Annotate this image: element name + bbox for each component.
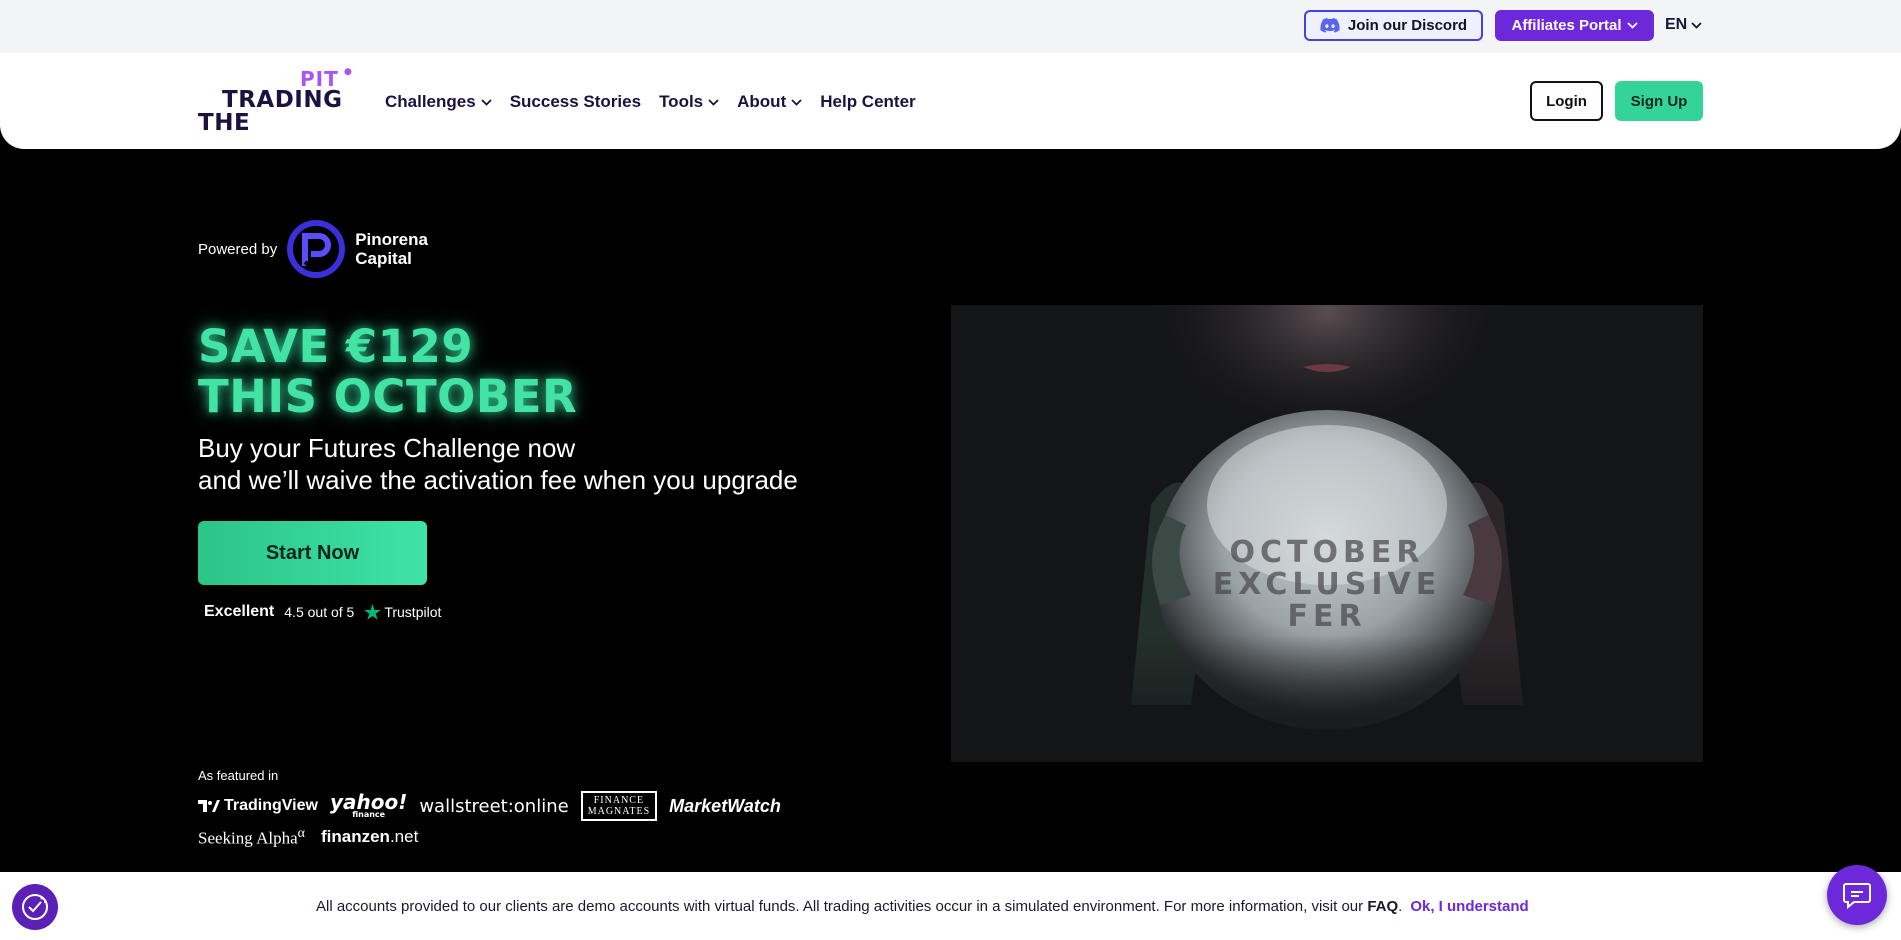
trustpilot-widget[interactable]: Excellent 4.5 out of 5 Trustpilot	[204, 601, 441, 623]
powered-by: Powered by Pinorena Capital	[198, 220, 428, 278]
subheadline-line2: and we’ll waive the activation fee when …	[198, 465, 798, 495]
headline-line2: THIS OCTOBER	[198, 370, 578, 423]
yahoo-finance-logo[interactable]: yahoo! finance	[330, 792, 407, 819]
promo-headline: SAVE €129 THIS OCTOBER	[198, 322, 577, 422]
finanzen-suffix: .net	[389, 827, 419, 846]
demo-accounts-notice: All accounts provided to our clients are…	[0, 872, 1901, 940]
start-now-button[interactable]: Start Now	[198, 521, 427, 585]
trust-rating-label: Excellent	[204, 603, 275, 620]
pinorena-capital-logo-icon	[287, 220, 346, 278]
tradingview-text: TradingView	[224, 797, 318, 814]
discord-icon	[1320, 18, 1340, 33]
trustpilot-label: Trustpilot	[384, 604, 442, 620]
chevron-down-icon	[481, 98, 492, 106]
nav-success-stories[interactable]: Success Stories	[510, 92, 641, 112]
orb-text-line3: FER	[1287, 599, 1367, 634]
affiliates-portal-label: Affiliates Portal	[1511, 17, 1622, 34]
ok-understand-button[interactable]: Ok, I understand	[1410, 898, 1528, 915]
featured-in-label: As featured in	[198, 768, 279, 783]
login-button[interactable]: Login	[1530, 81, 1603, 121]
press-logos-row2: Seeking Alphaα finanzen.net	[198, 826, 418, 848]
tradingview-logo[interactable]: TradingView	[198, 797, 318, 815]
logo-the: THE	[198, 110, 251, 136]
registered-mark: ●	[344, 67, 352, 77]
nav-tools-label: Tools	[659, 92, 704, 111]
affiliates-portal-button[interactable]: Affiliates Portal	[1495, 10, 1654, 41]
cookie-check-icon	[22, 894, 48, 920]
main-nav: Challenges Success Stories Tools About H…	[385, 89, 916, 115]
nav-help-center-label: Help Center	[820, 92, 916, 111]
faq-link[interactable]: FAQ	[1367, 898, 1398, 915]
seeking-alpha-logo[interactable]: Seeking Alphaα	[198, 826, 305, 849]
tradingview-icon	[198, 800, 220, 812]
notice-text: All accounts provided to our clients are…	[316, 898, 1529, 915]
nav-challenges[interactable]: Challenges	[385, 92, 492, 112]
language-label: EN	[1665, 16, 1688, 33]
finance-magnates-line1: FINANCE	[593, 795, 645, 806]
promo-subheadline: Buy your Futures Challenge now and we’ll…	[198, 432, 798, 496]
sign-up-button[interactable]: Sign Up	[1615, 81, 1703, 121]
nav-about-label: About	[737, 92, 787, 111]
crystal-ball-promo-image: OCTOBER EXCLUSIVE FER	[951, 305, 1703, 762]
notice-body: All accounts provided to our clients are…	[316, 898, 1368, 915]
powered-by-label: Powered by	[198, 240, 278, 258]
top-utility-bar: Join our Discord Affiliates Portal EN	[0, 0, 1901, 53]
chevron-down-icon	[1626, 22, 1638, 29]
chevron-down-icon	[791, 98, 802, 106]
finance-magnates-logo[interactable]: FINANCE MAGNATES	[580, 791, 658, 821]
seeking-alpha-text: Seeking Alpha	[198, 828, 298, 848]
trading-pit-logo[interactable]: PIT ● TRADING THE	[198, 67, 352, 136]
orb-text-line1: OCTOBER	[1229, 535, 1425, 570]
main-header: PIT ● TRADING THE Challenges Success Sto…	[0, 53, 1901, 149]
trustpilot-brand: Trustpilot	[364, 604, 441, 620]
press-logos-row1: TradingView yahoo! finance wallstreet:on…	[198, 790, 781, 822]
orb-text-line2: EXCLUSIVE	[1212, 567, 1442, 602]
chevron-down-icon	[1691, 21, 1702, 29]
seeking-alpha-mark: α	[297, 825, 305, 841]
chat-bubble-icon	[1843, 883, 1871, 909]
finanzen-text: finanzen	[320, 827, 390, 846]
subheadline-line1: Buy your Futures Challenge now	[198, 433, 576, 463]
trust-score: 4.5 out of 5	[284, 604, 355, 620]
notice-period: .	[1398, 898, 1403, 915]
chevron-down-icon	[708, 98, 719, 106]
join-discord-label: Join our Discord	[1347, 17, 1468, 34]
language-selector[interactable]: EN	[1665, 14, 1702, 36]
marketwatch-logo[interactable]: MarketWatch	[669, 796, 781, 817]
crystal-ball-illustration	[951, 305, 1703, 762]
partner-name-line1: Pinorena	[355, 230, 428, 249]
finanzen-net-logo[interactable]: finanzen.net	[321, 827, 418, 847]
nav-success-stories-label: Success Stories	[509, 92, 642, 111]
star-icon	[364, 604, 382, 620]
chat-support-button[interactable]	[1827, 865, 1887, 925]
partner-name-line2: Capital	[355, 249, 412, 268]
join-discord-button[interactable]: Join our Discord	[1304, 10, 1483, 41]
pinorena-capital-name: Pinorena Capital	[355, 230, 428, 268]
nav-help-center[interactable]: Help Center	[820, 92, 915, 112]
wallstreet-online-logo[interactable]: wallstreet:online	[419, 796, 568, 817]
cookie-settings-button[interactable]	[12, 884, 58, 930]
finance-magnates-line2: MAGNATES	[587, 806, 651, 817]
headline-line1: SAVE €129	[198, 320, 474, 373]
nav-about[interactable]: About	[737, 92, 802, 112]
nav-challenges-label: Challenges	[385, 92, 476, 111]
orb-overlay-text: OCTOBER EXCLUSIVE FER	[951, 537, 1703, 633]
nav-tools[interactable]: Tools	[659, 92, 719, 112]
